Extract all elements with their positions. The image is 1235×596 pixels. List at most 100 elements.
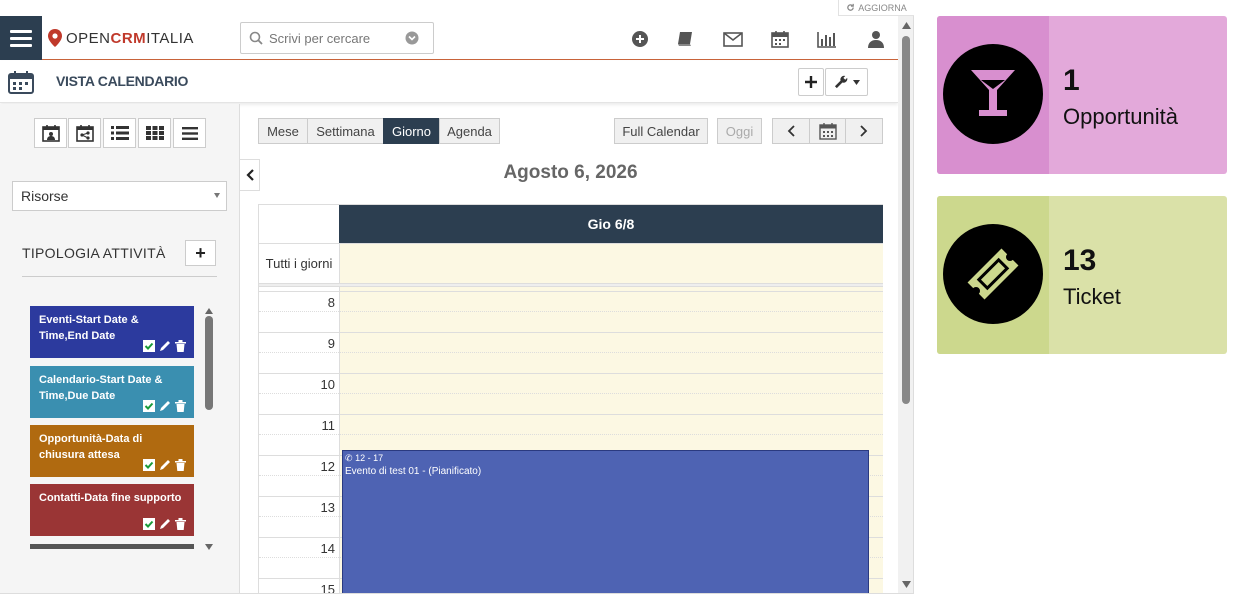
activity-type-label: Calendario-Start Date & Time,Due Date (39, 374, 163, 402)
search-box[interactable] (240, 22, 434, 54)
logo-pin-icon (48, 29, 62, 47)
envelope-icon[interactable] (723, 30, 743, 48)
view-user-calendar-button[interactable] (34, 118, 67, 148)
activity-type-card[interactable]: Opportunità-Data di chiusura attesa (30, 425, 194, 477)
view-week-button[interactable]: Settimana (307, 118, 384, 144)
calendar-icon[interactable] (770, 30, 790, 48)
book-icon[interactable] (676, 30, 696, 48)
activity-types-title: TIPOLOGIA ATTIVITÀ (22, 245, 166, 261)
opportunity-widget[interactable]: 1 Opportunità (937, 16, 1227, 174)
calendar-page-icon (8, 70, 34, 94)
user-icon[interactable] (866, 30, 886, 48)
search-dropdown-icon[interactable] (405, 31, 419, 45)
crm-app: OPENCRMITALIA VISTA CALENDARIO (0, 16, 914, 594)
resources-select[interactable]: Risorse (12, 181, 227, 211)
prev-button[interactable] (772, 118, 810, 144)
ticket-widget[interactable]: 13 Ticket (937, 196, 1227, 354)
wrench-icon (834, 75, 847, 88)
chevron-right-icon (860, 125, 868, 137)
half-hour-gridline (259, 434, 883, 435)
date-picker-button[interactable] (809, 118, 846, 144)
next-button[interactable] (845, 118, 883, 144)
trash-icon[interactable] (175, 400, 186, 412)
widget-count: 1 (1063, 64, 1080, 97)
view-grid-button[interactable] (138, 118, 171, 148)
ticket-icon (943, 224, 1043, 324)
activity-type-card[interactable]: Contatti-Data fine supporto (30, 484, 194, 536)
page-title: VISTA CALENDARIO (56, 73, 189, 89)
logo-open-text: OPEN (66, 29, 111, 47)
resources-select-value: Risorse (21, 188, 69, 204)
refresh-label: AGGIORNA (858, 2, 907, 13)
activity-type-card-partial (30, 544, 194, 549)
logo[interactable]: OPENCRMITALIA (48, 28, 194, 48)
caret-down-icon (852, 79, 860, 85)
bar-chart-icon[interactable] (817, 30, 837, 48)
calendar-event[interactable]: ✆ 12 - 17 Evento di test 01 - (Pianifica… (342, 450, 869, 593)
top-header: OPENCRMITALIA (0, 16, 898, 60)
half-hour-gridline (259, 393, 883, 394)
list-icon (110, 126, 129, 140)
calendar-sidebar: Risorse TIPOLOGIA ATTIVITÀ + Eventi-Star… (0, 104, 240, 593)
hour-gridline (339, 291, 883, 292)
edit-pencil-icon[interactable] (159, 400, 171, 412)
day-grid: Gio 6/8 Tutti i giorni 8 9 10 11 12 13 14 15 ✆ … (258, 204, 883, 593)
collapse-sidebar-button[interactable] (240, 159, 260, 191)
add-button[interactable] (798, 68, 824, 96)
checkbox-checked-icon[interactable] (143, 459, 155, 471)
scroll-down-icon[interactable] (204, 538, 214, 550)
event-title: Evento di test 01 - (Pianificato) (345, 466, 482, 477)
add-activity-type-button[interactable]: + (185, 240, 216, 266)
plus-icon (805, 76, 817, 88)
edit-pencil-icon[interactable] (159, 459, 171, 471)
scroll-up-icon[interactable] (204, 302, 214, 314)
search-input[interactable] (269, 30, 399, 46)
full-calendar-button[interactable]: Full Calendar (614, 118, 708, 144)
half-hour-gridline (259, 352, 883, 353)
day-column-header[interactable]: Gio 6/8 (339, 205, 883, 243)
edit-pencil-icon[interactable] (159, 340, 171, 352)
scroll-down-icon[interactable] (902, 581, 911, 588)
chevron-left-icon (787, 125, 795, 137)
refresh-icon (847, 3, 855, 11)
view-shared-calendar-button[interactable] (68, 118, 101, 148)
trash-icon[interactable] (175, 340, 186, 352)
today-button[interactable]: Oggi (717, 118, 762, 144)
checkbox-checked-icon[interactable] (143, 400, 155, 412)
chevron-down-icon (214, 193, 220, 198)
edit-pencil-icon[interactable] (159, 518, 171, 530)
view-month-button[interactable]: Mese (258, 118, 308, 144)
plus-circle-icon[interactable] (630, 30, 650, 48)
cocktail-glass-icon (943, 44, 1043, 144)
divider (22, 276, 217, 277)
calendar-user-icon (41, 125, 60, 142)
view-menu-button[interactable] (173, 118, 206, 148)
hamburger-menu-button[interactable] (0, 16, 42, 60)
view-agenda-button[interactable]: Agenda (439, 118, 500, 144)
refresh-link[interactable]: AGGIORNA (838, 0, 914, 16)
widget-label: Opportunità (1063, 104, 1178, 129)
page-subheader: VISTA CALENDARIO (0, 61, 898, 103)
checkbox-checked-icon[interactable] (143, 518, 155, 530)
all-day-slot[interactable] (339, 243, 883, 283)
page-scrollbar-thumb[interactable] (902, 36, 910, 404)
calendar-date-title: Agosto 6, 2026 (503, 162, 638, 183)
sidebar-scrollbar-thumb[interactable] (205, 316, 213, 410)
trash-icon[interactable] (175, 518, 186, 530)
view-list-button[interactable] (103, 118, 136, 148)
scroll-up-icon[interactable] (902, 22, 911, 29)
tools-dropdown-button[interactable] (825, 68, 868, 96)
activity-type-card[interactable]: Calendario-Start Date & Time,Due Date (30, 366, 194, 418)
view-day-button[interactable]: Giorno (383, 118, 440, 144)
page-scrollbar[interactable] (898, 16, 913, 593)
activity-type-label: Opportunità-Data di chiusura attesa (39, 433, 143, 461)
activity-type-card[interactable]: Eventi-Start Date & Time,End Date (30, 306, 194, 358)
hour-gridline (339, 332, 883, 333)
chevron-left-icon (245, 169, 254, 181)
checkbox-checked-icon[interactable] (143, 340, 155, 352)
hour-label: 15 (259, 578, 339, 593)
calendar-icon (818, 123, 837, 140)
trash-icon[interactable] (175, 459, 186, 471)
event-time: 12 - 17 (355, 453, 384, 463)
grid-icon (145, 126, 164, 140)
